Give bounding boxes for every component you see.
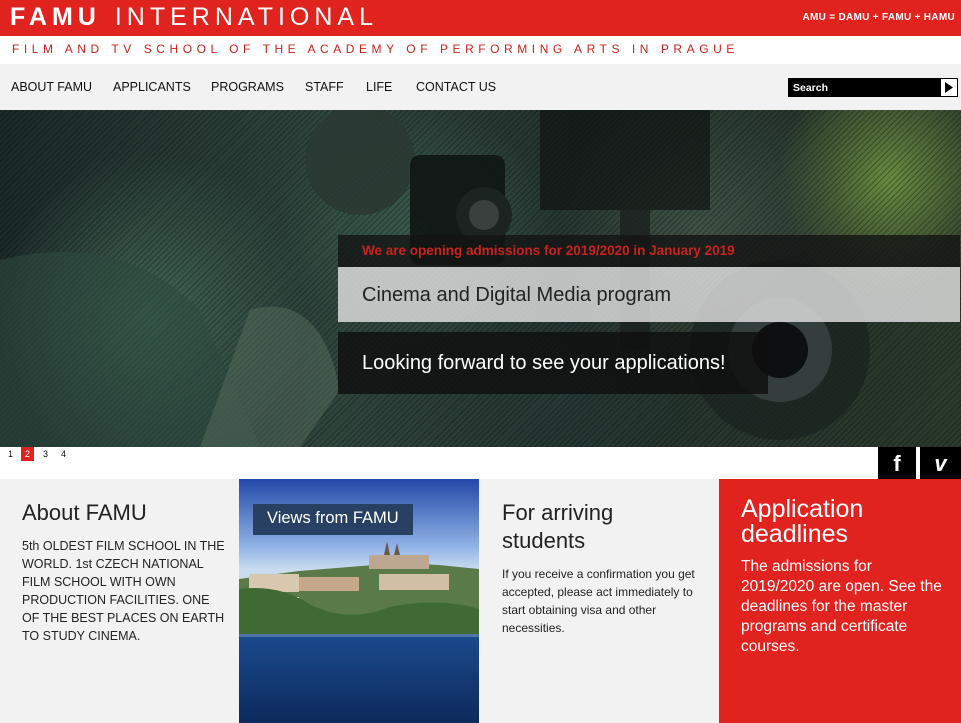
arriving-students-text: If you receive a confirmation you get ac… — [502, 567, 695, 635]
hero-program-title[interactable]: Cinema and Digital Media program — [338, 267, 960, 322]
nav-item-life[interactable]: LIFE — [366, 80, 392, 94]
vimeo-glyph: v — [934, 451, 947, 476]
application-deadlines-title: Application deadlines — [741, 495, 864, 548]
hero-tagline: Looking forward to see your applications… — [338, 332, 768, 394]
logo-famu: FAMU — [10, 3, 101, 31]
pager-page-2[interactable]: 2 — [21, 447, 34, 461]
nav-item-contact-us[interactable]: CONTACT US — [416, 80, 496, 94]
logo-international: INTERNATIONAL — [114, 3, 378, 31]
search-input[interactable] — [788, 78, 940, 97]
top-bar: FAMU INTERNATIONAL AMU = DAMU + FAMU + HA… — [0, 0, 961, 36]
pager-page-3[interactable]: 3 — [39, 447, 52, 461]
about-famu-text: 5th OLDEST FILM SCHOOL IN THE WORLD. 1st… — [22, 539, 225, 643]
amu-links[interactable]: AMU = DAMU + FAMU + HAMU — [803, 12, 955, 23]
facebook-glyph: f — [893, 451, 901, 476]
application-deadlines-text: The admissions for 2019/2020 are open. S… — [741, 558, 942, 655]
about-famu-box[interactable]: About FAMU 5th OLDEST FILM SCHOOL IN THE… — [0, 479, 239, 723]
nav-item-programs[interactable]: PROGRAMS — [211, 80, 284, 94]
nav-item-staff[interactable]: STAFF — [305, 80, 344, 94]
search-box — [788, 78, 958, 97]
facebook-icon[interactable]: f — [878, 447, 916, 480]
nav-item-about-famu[interactable]: ABOUT FAMU — [11, 80, 92, 94]
views-from-famu-box[interactable]: Views from FAMU — [239, 479, 479, 723]
vimeo-icon[interactable]: v — [920, 447, 961, 480]
arriving-students-box[interactable]: For arriving students If you receive a c… — [479, 479, 719, 723]
nav-item-applicants[interactable]: APPLICANTS — [113, 80, 191, 94]
hero-admission-notice: We are opening admissions for 2019/2020 … — [338, 235, 960, 267]
site-subtitle: FILM AND TV SCHOOL OF THE ACADEMY OF PER… — [12, 42, 739, 56]
pager-page-4[interactable]: 4 — [57, 447, 70, 461]
play-triangle-icon — [945, 82, 953, 93]
views-from-famu-label[interactable]: Views from FAMU — [253, 504, 413, 535]
pager-page-1[interactable]: 1 — [4, 447, 17, 461]
about-famu-title: About FAMU — [22, 500, 147, 525]
arriving-students-title: For arriving students — [502, 500, 614, 553]
hero-slider[interactable]: We are opening admissions for 2019/2020 … — [0, 110, 961, 447]
search-button[interactable] — [941, 79, 957, 96]
site-logo[interactable]: FAMU INTERNATIONAL — [10, 2, 378, 32]
application-deadlines-box[interactable]: Application deadlines The admissions for… — [719, 479, 961, 723]
